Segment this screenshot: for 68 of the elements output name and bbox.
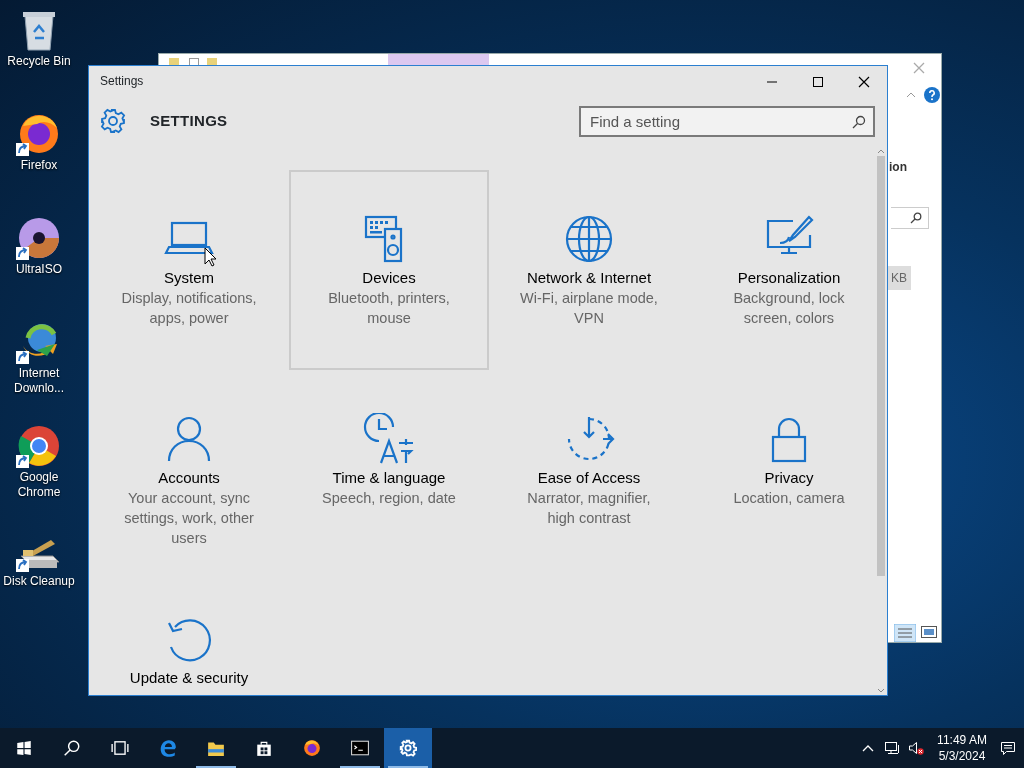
tile-title: Personalization (737, 268, 841, 288)
tile-title: Privacy (764, 468, 814, 488)
icon-label: Internet Downlo... (13, 366, 65, 396)
category-tile[interactable]: Accounts Your account, sync settings, work, other users (89, 370, 289, 570)
cursor-icon (204, 247, 217, 267)
icon-label: Google Chrome (16, 470, 62, 500)
tile-description: Your account, sync settings, work, other users (123, 489, 255, 548)
thumbnail-view-icon[interactable] (921, 626, 937, 638)
search-icon (63, 739, 81, 757)
tile-description: Location, camera (733, 489, 845, 508)
tile-title: Accounts (158, 468, 220, 488)
terminal-icon (351, 739, 369, 757)
tile-description: Wi-Fi, airplane mode, VPN (519, 289, 659, 328)
tile-description: Background, lock screen, colors (732, 289, 846, 328)
settings-icon (100, 108, 126, 134)
category-tile[interactable]: Ease of Access Narrator, magnifier, high contrast (489, 370, 689, 570)
gear-icon (399, 739, 417, 757)
scroll-up-icon[interactable] (876, 148, 886, 154)
close-icon (858, 75, 870, 88)
folder-icon (207, 739, 225, 757)
category-tile[interactable]: Network & Internet Wi-Fi, airplane mode, VPN (489, 170, 689, 370)
edge-icon (159, 739, 177, 757)
taskbar-button[interactable] (384, 728, 432, 768)
task-view-icon (111, 739, 129, 757)
tile-description: Narrator, magnifier, high contrast (526, 489, 652, 528)
tile-title: Ease of Access (537, 468, 641, 488)
tile-title: Update & security (129, 668, 249, 688)
tile-title: System (164, 268, 214, 288)
window-title: Settings (99, 73, 145, 90)
clock[interactable]: 11:49 AM 5/3/2024 (932, 732, 992, 764)
tile-title: Devices (362, 268, 416, 288)
icon-label: Firefox (19, 158, 59, 173)
clock-time: 11:49 AM (936, 732, 988, 748)
notification-icon[interactable] (1000, 740, 1016, 756)
help-icon[interactable] (924, 87, 940, 103)
scrollbar[interactable] (876, 148, 886, 694)
globe-icon (563, 213, 615, 265)
search-field[interactable]: Find a setting (579, 105, 875, 137)
tile-description: Speech, region, date (322, 489, 456, 508)
search-icon (852, 114, 866, 129)
category-tile[interactable]: System Display, notifications, apps, power (89, 170, 289, 370)
category-tile[interactable]: Devices Bluetooth, printers, mouse (289, 170, 489, 370)
file-size: KB (887, 266, 911, 290)
tile-title: Time & language (332, 468, 446, 488)
page-header: SETTINGS (150, 110, 229, 131)
shopping-bag-icon (255, 739, 273, 757)
tile-description: Bluetooth, printers, mouse (327, 289, 451, 328)
column-header: ion (889, 159, 907, 176)
search-icon (910, 212, 922, 224)
icon-label: Recycle Bin (6, 54, 72, 69)
muted-speaker-icon[interactable] (908, 740, 924, 756)
ribbon-tab[interactable] (388, 54, 489, 66)
network-icon[interactable] (884, 740, 900, 756)
firefox-icon (303, 739, 321, 757)
category-tile[interactable]: Update & security (89, 570, 289, 695)
search-field[interactable] (891, 207, 929, 229)
windows-logo-icon (15, 739, 33, 757)
scroll-down-icon[interactable] (876, 688, 886, 694)
maximize-icon (812, 75, 824, 88)
category-tile[interactable]: Personalization Background, lock screen, colors (689, 170, 887, 370)
category-tile[interactable]: Time & language Speech, region, date (289, 370, 489, 570)
category-tile[interactable]: Privacy Location, camera (689, 370, 887, 570)
clock-date: 5/3/2024 (937, 748, 987, 764)
icon-label: UltraISO (15, 262, 63, 277)
icon-label: Disk Cleanup (2, 574, 76, 589)
tile-description: Display, notifications, apps, power (120, 289, 258, 328)
clock-language-icon (363, 413, 415, 465)
tile-title: Network & Internet (526, 268, 652, 288)
